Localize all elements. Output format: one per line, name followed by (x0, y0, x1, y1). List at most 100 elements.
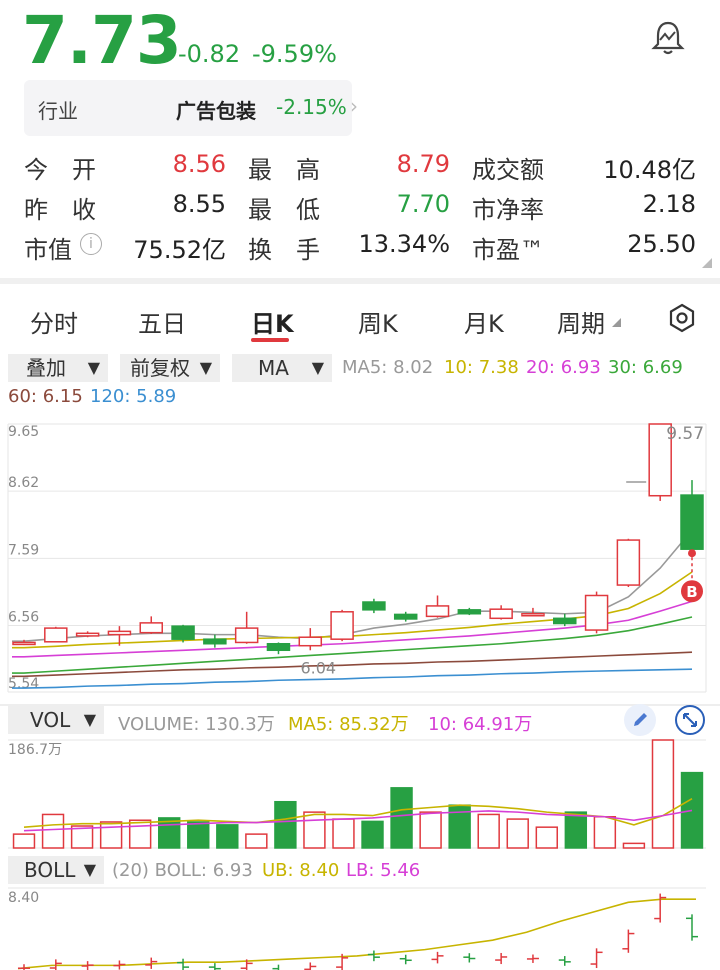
volume-bar (622, 842, 646, 849)
volume-bar (361, 820, 384, 849)
indicator-dropdown-label: MA (258, 356, 289, 380)
boll-upper-band (17, 898, 696, 970)
tab-intraday[interactable]: 分时 (30, 304, 78, 339)
vol-dropdown[interactable]: VOL ▼ (8, 706, 104, 734)
boll-tick-label: 8.40 (8, 890, 39, 906)
legend-volume: VOLUME: 130.3万 (118, 714, 275, 735)
tab-daily-k[interactable]: 日K (251, 304, 294, 339)
candle-body (425, 605, 450, 618)
adjust-dropdown-label: 前复权 (130, 356, 190, 380)
stat-value-high: 8.79 (396, 150, 450, 178)
expand-corner-icon[interactable] (702, 258, 712, 268)
volume-bar (99, 821, 123, 849)
price-tick-label: 5.54 (8, 676, 39, 692)
volume-bar (593, 816, 617, 849)
candle-body (203, 638, 227, 645)
volume-bar (332, 818, 355, 849)
stat-label: 今 开 (24, 156, 96, 184)
candle-body (266, 642, 291, 652)
volume-bar (419, 811, 442, 849)
legend-vol-ma5: MA5: 85.32万 (288, 714, 409, 735)
section-divider (0, 704, 720, 706)
low-annotation: 6.04 (300, 658, 336, 677)
legend-ma10: 10: 7.38 (444, 357, 519, 378)
price-change: -0.82 (178, 40, 241, 68)
price-axis-ticks: 9.65 8.62 7.59 6.56 5.54 (8, 424, 39, 692)
candle-body (393, 613, 418, 620)
volume-ma-ma10 (23, 809, 693, 832)
legend-ma5: MA5: 8.02 (342, 357, 434, 378)
stat-value-open: 8.56 (172, 150, 226, 178)
volume-bar (506, 818, 529, 849)
candle-body (457, 609, 482, 615)
volume-bar (477, 813, 500, 849)
tab-weekly-k[interactable]: 周K (358, 304, 398, 339)
legend-boll-ub: UB: 8.40 (262, 860, 340, 881)
tab-monthly-k[interactable]: 月K (464, 304, 504, 339)
caret-down-icon: ▼ (199, 358, 212, 377)
price-tick-label: 8.62 (8, 475, 39, 491)
candle-body (75, 632, 100, 637)
price-alert-bell-icon[interactable] (648, 18, 688, 58)
candle-body (171, 625, 195, 640)
boll-lines (17, 898, 696, 970)
stat-label: 最 高 (248, 156, 320, 184)
edit-pencil-icon[interactable] (624, 704, 656, 736)
stat-label: 市净率 (472, 196, 544, 224)
stat-value-turnover: 10.48亿 (603, 156, 696, 184)
candle-body (362, 601, 386, 611)
price-change-pct: -9.59% (252, 40, 337, 68)
overlay-dropdown[interactable]: 叠加 ▼ (8, 354, 108, 382)
stat-value-turnover-rate: 13.34% (358, 230, 450, 258)
period-dropdown-icon (612, 318, 621, 327)
info-icon[interactable]: i (80, 233, 102, 255)
volume-tick-label: 186.7万 (8, 742, 62, 758)
candle-body (584, 594, 609, 631)
stat-value-market-cap: 75.52亿 (133, 236, 226, 264)
candle-body (107, 630, 132, 636)
volume-axis-ticks: 186.7万 (8, 742, 62, 758)
price-tick-label: 6.56 (8, 609, 39, 625)
industry-panel[interactable]: 行业 广告包装 -2.15% › (24, 80, 358, 136)
volume-bar (187, 821, 210, 849)
volume-chart[interactable]: 186.7万 (0, 738, 720, 852)
legend-ma120: 120: 5.89 (90, 386, 177, 407)
chart-annotations: 9.57 6.04 B (300, 424, 704, 677)
legend-boll-lb: LB: 5.46 (346, 860, 421, 881)
industry-label: 行业 (38, 99, 78, 123)
stat-label: 市盈™ (472, 236, 544, 264)
volume-bar (564, 811, 588, 849)
stat-value-pb: 2.18 (642, 190, 696, 218)
fullscreen-expand-icon[interactable] (674, 704, 706, 736)
indicator-dropdown[interactable]: MA ▼ (232, 354, 332, 382)
volume-bar (41, 813, 65, 849)
candlestick-chart[interactable]: 9.65 8.62 7.59 6.56 5.54 9.57 6.04 B (0, 412, 720, 704)
boll-bars (18, 893, 698, 970)
volume-bar (216, 824, 239, 849)
stat-value-prev-close: 8.55 (172, 190, 226, 218)
stat-label: 市值 (24, 236, 72, 264)
legend-ma60: 60: 6.15 (8, 386, 83, 407)
caret-down-icon: ▼ (83, 710, 96, 729)
volume-bar (390, 787, 413, 849)
legend-vol-ma10: 10: 64.91万 (428, 714, 533, 735)
adjust-dropdown[interactable]: 前复权 ▼ (120, 354, 220, 382)
legend-boll: (20) BOLL: 6.93 (112, 860, 253, 881)
candle-body (298, 636, 323, 647)
tab-period[interactable]: 周期 (557, 304, 605, 339)
stat-label: 最 低 (248, 196, 320, 224)
volume-bar (128, 819, 152, 849)
stat-label: 成交额 (472, 156, 544, 184)
volume-ma-lines (23, 797, 693, 832)
candle-body (44, 627, 68, 643)
volume-bar (303, 811, 326, 849)
tab-five-day[interactable]: 五日 (138, 304, 186, 339)
boll-dropdown[interactable]: BOLL ▼ (8, 856, 104, 884)
settings-hexagon-icon[interactable] (666, 302, 698, 334)
vol-dropdown-label: VOL (30, 708, 71, 732)
boll-chart[interactable]: 8.40 (0, 886, 720, 970)
caret-down-icon: ▼ (311, 358, 324, 377)
industry-change-pct: -2.15% (276, 95, 347, 119)
legend-ma30: 30: 6.69 (608, 357, 683, 378)
caret-down-icon: ▼ (87, 358, 100, 377)
